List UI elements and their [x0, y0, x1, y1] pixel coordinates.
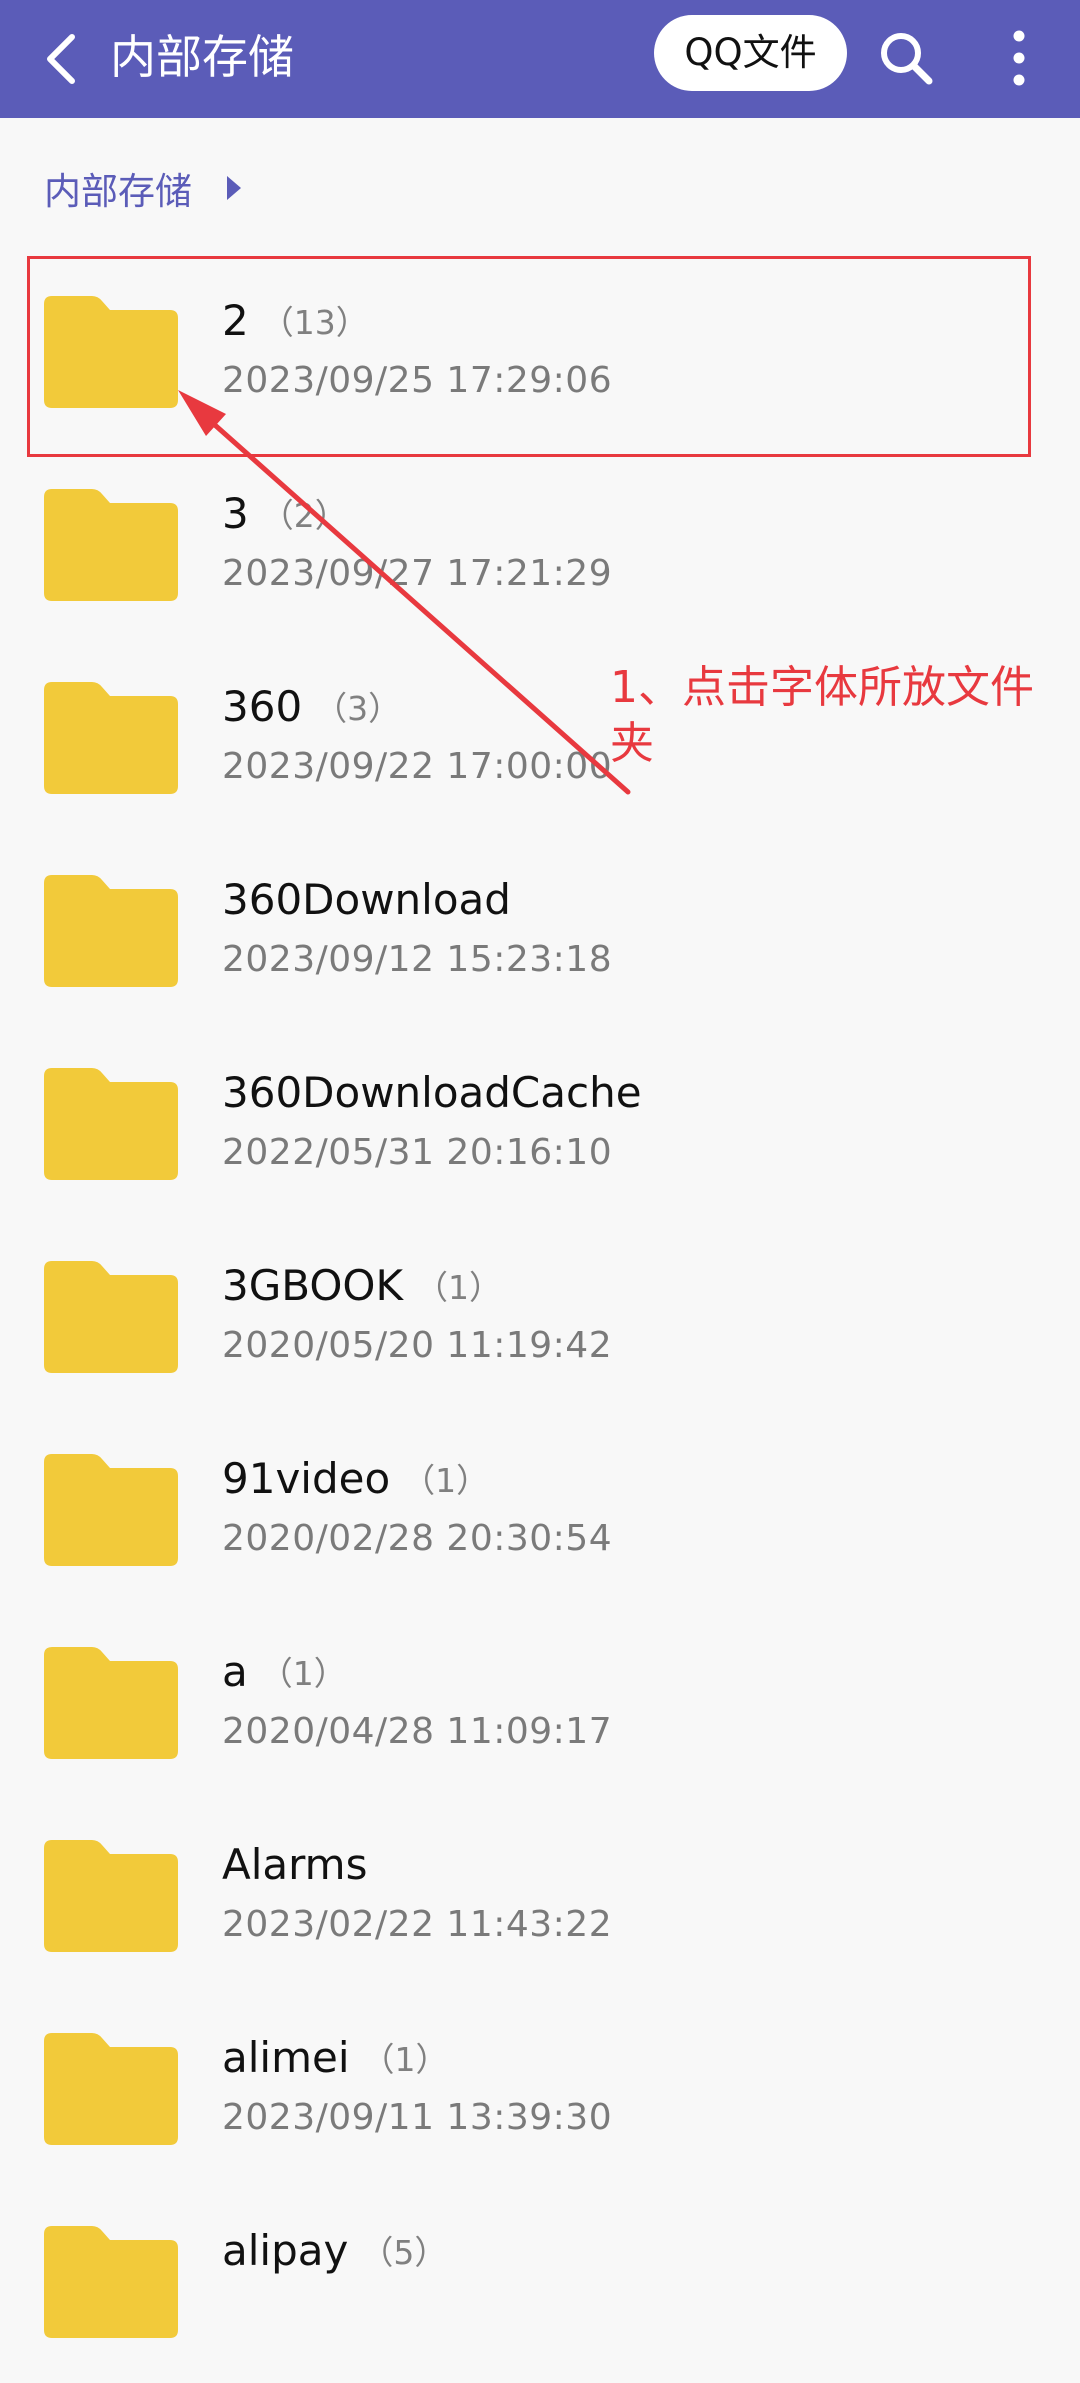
folder-icon — [44, 2226, 178, 2338]
folder-icon — [44, 1840, 178, 1952]
folder-name-line: 360Download — [222, 869, 523, 929]
folder-modified-date: 2020/02/28 20:30:54 — [222, 1518, 613, 1559]
folder-item-count: （1） — [402, 1461, 490, 1500]
more-vertical-icon — [1013, 30, 1025, 86]
back-button[interactable] — [30, 19, 94, 99]
folder-name-line: 3GBOOK （1） — [222, 1255, 502, 1315]
folder-icon — [44, 1068, 178, 1180]
folder-modified-date: 2020/05/20 11:19:42 — [222, 1325, 613, 1366]
folder-row-91video[interactable]: 91video （1） 2020/02/28 20:30:54 — [0, 1418, 1080, 1611]
folder-row-360download[interactable]: 360Download 2023/09/12 15:23:18 — [0, 839, 1080, 1032]
folder-icon — [44, 1261, 178, 1373]
app-bar: 内部存储 QQ文件 — [0, 0, 1080, 118]
folder-row-a[interactable]: a （1） 2020/04/28 11:09:17 — [0, 1611, 1080, 1804]
folder-row-3[interactable]: 3 （2） 2023/09/27 17:21:29 — [0, 453, 1080, 646]
folder-name: 3GBOOK — [222, 1260, 404, 1310]
folder-item-count: （1） — [361, 2040, 449, 2079]
folder-icon — [44, 2033, 178, 2145]
folder-name-line: 360DownloadCache — [222, 1062, 654, 1122]
folder-list: 2 （13） 2023/09/25 17:29:06 3 （2） 2023/09… — [0, 260, 1080, 2383]
folder-name-line: alipay （5） — [222, 2220, 447, 2280]
folder-name-line: 3 （2） — [222, 483, 348, 543]
annotation-text: 1、点击字体所放文件夹 — [610, 662, 1034, 769]
folder-item-count: （5） — [360, 2233, 448, 2272]
annotation-highlight-box — [27, 256, 1031, 457]
folder-name-line: a （1） — [222, 1641, 347, 1701]
folder-name: alimei — [222, 2032, 350, 2082]
folder-item-count: （1） — [259, 1654, 347, 1693]
folder-modified-date: 2022/05/31 20:16:10 — [222, 1132, 613, 1173]
folder-icon — [44, 1454, 178, 1566]
triangle-right-icon — [226, 175, 242, 201]
folder-modified-date: 2023/09/11 13:39:30 — [222, 2097, 613, 2138]
folder-name-line: alimei （1） — [222, 2027, 449, 2087]
folder-name-line: 360 （3） — [222, 676, 401, 736]
breadcrumb: 内部存储 — [44, 160, 242, 216]
folder-name-line: 91video （1） — [222, 1448, 489, 1508]
folder-name: 91video — [222, 1453, 391, 1503]
folder-modified-date: 2020/04/28 11:09:17 — [222, 1711, 613, 1752]
folder-name: alipay — [222, 2225, 349, 2275]
breadcrumb-item-internal-storage[interactable]: 内部存储 — [44, 161, 192, 215]
folder-row-3gbook[interactable]: 3GBOOK （1） 2020/05/20 11:19:42 — [0, 1225, 1080, 1418]
folder-row-alimei[interactable]: alimei （1） 2023/09/11 13:39:30 — [0, 1997, 1080, 2190]
folder-modified-date: 2023/02/22 11:43:22 — [222, 1904, 613, 1945]
folder-modified-date: 2023/09/27 17:21:29 — [222, 553, 613, 594]
folder-name: 3 — [222, 488, 249, 538]
folder-item-count: （1） — [415, 1268, 503, 1307]
search-icon — [881, 33, 933, 85]
folder-name: 360DownloadCache — [222, 1067, 642, 1117]
folder-icon — [44, 875, 178, 987]
folder-name: a — [222, 1646, 248, 1696]
more-options-button[interactable] — [984, 18, 1054, 98]
folder-name: 360 — [222, 681, 303, 731]
back-arrow-icon — [47, 34, 75, 84]
folder-item-count: （2） — [260, 496, 348, 535]
folder-modified-date: 2023/09/12 15:23:18 — [222, 939, 613, 980]
folder-name-line: Alarms — [222, 1834, 379, 1894]
folder-item-count: （3） — [314, 689, 402, 728]
search-button[interactable] — [866, 18, 946, 98]
folder-name: Alarms — [222, 1839, 368, 1889]
folder-row-alipay[interactable]: alipay （5） — [0, 2190, 1080, 2383]
folder-icon — [44, 682, 178, 794]
folder-row-alarms[interactable]: Alarms 2023/02/22 11:43:22 — [0, 1804, 1080, 1997]
folder-modified-date: 2023/09/22 17:00:00 — [222, 746, 613, 787]
page-title: 内部存储 — [110, 30, 294, 84]
folder-row-360downloadcache[interactable]: 360DownloadCache 2022/05/31 20:16:10 — [0, 1032, 1080, 1225]
folder-icon — [44, 489, 178, 601]
folder-icon — [44, 1647, 178, 1759]
qq-files-button[interactable]: QQ文件 — [654, 15, 847, 91]
folder-name: 360Download — [222, 874, 511, 924]
